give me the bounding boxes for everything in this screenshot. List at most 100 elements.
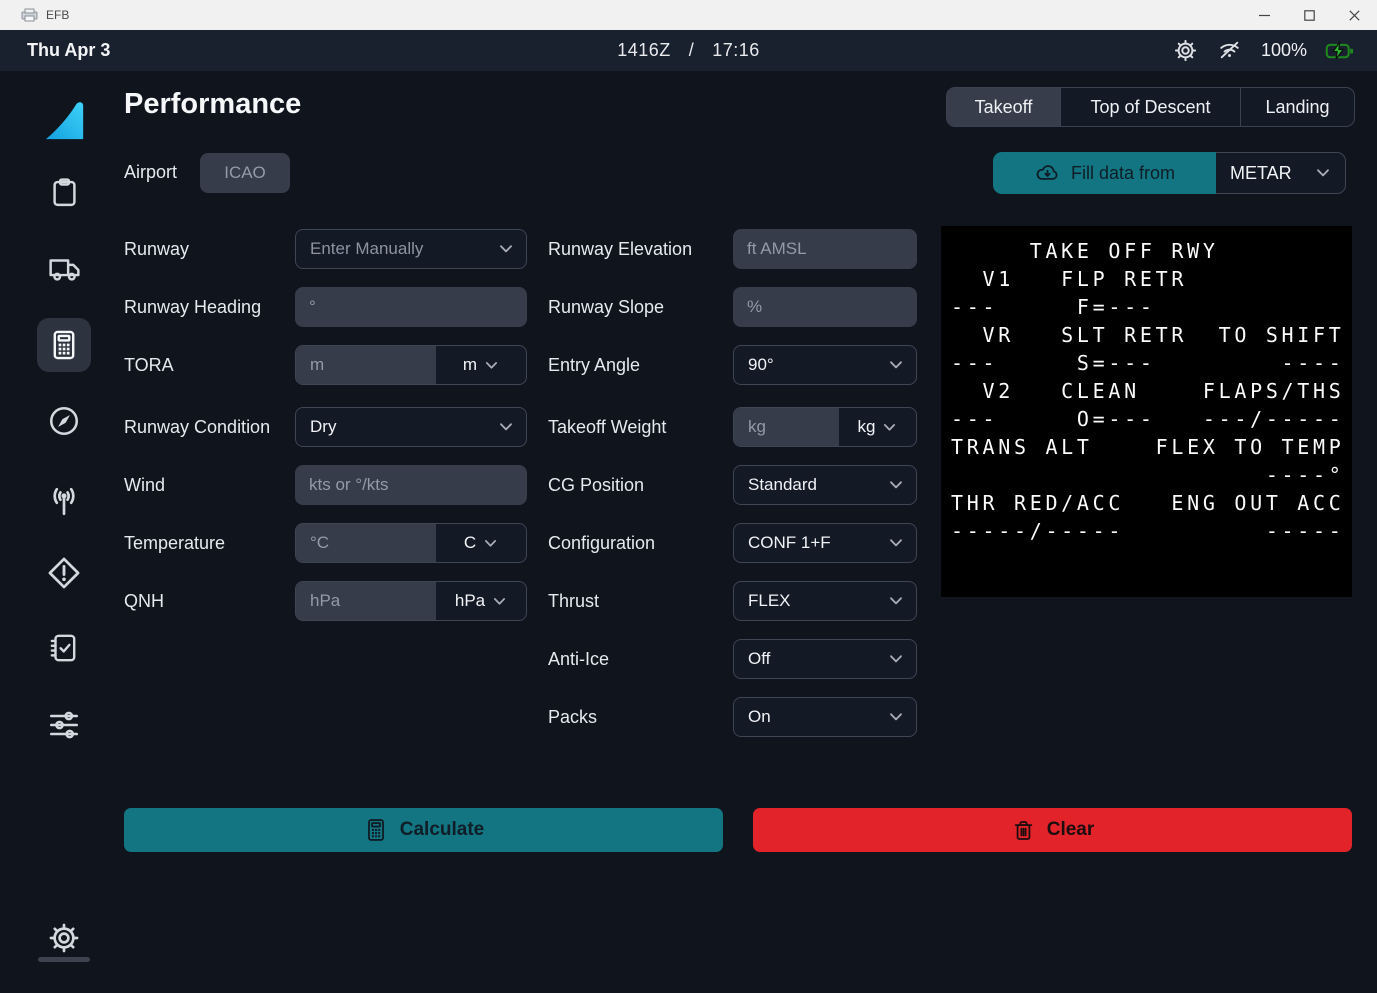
warning-icon	[46, 555, 82, 591]
close-button[interactable]	[1332, 0, 1377, 30]
chevron-down-icon	[498, 241, 514, 257]
field-row-runway-heading: Runway Heading	[124, 287, 527, 327]
page-title: Performance	[124, 88, 301, 121]
gear-icon[interactable]	[1173, 38, 1198, 63]
wind-input[interactable]	[295, 465, 527, 505]
field-row-runway: Runway Enter Manually	[124, 229, 527, 269]
field-row-takeoff-weight: Takeoff Weight kg	[548, 407, 917, 447]
airport-label: Airport	[124, 162, 177, 183]
chevron-down-icon	[498, 419, 514, 435]
runway-condition-select[interactable]: Dry	[295, 407, 527, 447]
airline-logo	[37, 93, 91, 147]
chevron-down-icon	[888, 535, 904, 551]
takeoff-weight-input[interactable]	[734, 408, 839, 446]
runway-slope-field	[733, 287, 917, 327]
compass-icon	[47, 404, 81, 438]
trash-icon	[1011, 818, 1036, 843]
field-row-tora: TORA m	[124, 345, 527, 385]
sidebar-item-checklist[interactable]	[37, 621, 91, 675]
calculator-icon	[47, 328, 81, 362]
mcdu-line: THR RED/ACC ENG OUT ACC	[951, 489, 1352, 517]
field-row-runway-slope: Runway Slope	[548, 287, 917, 327]
wifi-off-icon	[1216, 38, 1243, 63]
tab-takeoff[interactable]: Takeoff	[947, 88, 1061, 126]
mcdu-line: V2 CLEAN FLAPS/THS	[951, 377, 1352, 405]
chevron-down-icon	[1315, 165, 1331, 181]
sidebar-item-settings[interactable]	[37, 911, 91, 965]
maximize-button[interactable]	[1287, 0, 1332, 30]
chevron-down-icon	[484, 358, 499, 373]
field-row-qnh: QNH hPa	[124, 581, 527, 621]
gear-icon	[47, 921, 81, 955]
mcdu-line: --- F=---	[951, 293, 1352, 321]
fill-source-select[interactable]: METAR	[1216, 152, 1346, 194]
sidebar-item-preferences[interactable]	[37, 698, 91, 752]
efb-app-window: EFB Thu Apr 3 1416Z/17:16 100%	[0, 0, 1377, 993]
status-clock: 1416Z / 17:16	[0, 40, 1377, 61]
sidebar-item-radio[interactable]	[37, 474, 91, 528]
form-column-left: Runway Enter Manually Runway Heading TOR…	[124, 229, 527, 639]
status-bar: Thu Apr 3 1416Z/17:16 100%	[0, 30, 1377, 71]
clear-button[interactable]: Clear	[753, 808, 1352, 852]
thrust-select[interactable]: FLEX	[733, 581, 917, 621]
entry-angle-select[interactable]: 90°	[733, 345, 917, 385]
temperature-input[interactable]	[296, 524, 436, 562]
tora-input[interactable]	[296, 346, 436, 384]
mcdu-line: -----/----- -----	[951, 517, 1352, 545]
local-time: 17:16	[712, 40, 760, 60]
packs-select[interactable]: On	[733, 697, 917, 737]
window-titlebar: EFB	[0, 0, 1377, 30]
utc-time: 1416Z	[617, 40, 671, 60]
chevron-down-icon	[888, 357, 904, 373]
airline-logo-icon	[41, 97, 87, 143]
sidebar-item-ground-services[interactable]	[37, 241, 91, 295]
mcdu-line: --- O=--- ---/-----	[951, 405, 1352, 433]
field-row-temperature: Temperature C	[124, 523, 527, 563]
runway-slope-input[interactable]	[733, 287, 917, 327]
takeoff-weight-unit-select[interactable]: kg	[839, 408, 916, 446]
chevron-down-icon	[888, 651, 904, 667]
qnh-input[interactable]	[296, 582, 436, 620]
mcdu-line: TAKE OFF RWY	[951, 237, 1352, 265]
chevron-down-icon	[492, 594, 507, 609]
checklist-icon	[47, 631, 81, 665]
airport-icao-input[interactable]	[200, 153, 290, 193]
anti-ice-select[interactable]: Off	[733, 639, 917, 679]
temperature-field: C	[295, 523, 527, 563]
sidebar-item-performance[interactable]	[37, 318, 91, 372]
window-title: EFB	[46, 8, 69, 22]
field-row-entry-angle: Entry Angle 90°	[548, 345, 917, 385]
sidebar-item-navigation[interactable]	[37, 394, 91, 448]
runway-select[interactable]: Enter Manually	[295, 229, 527, 269]
mcdu-line: V1 FLP RETR	[951, 265, 1352, 293]
battery-charging-icon	[1325, 37, 1355, 64]
time-separator: /	[689, 40, 695, 60]
qnh-unit-select[interactable]: hPa	[436, 582, 526, 620]
field-row-runway-condition: Runway Condition Dry	[124, 407, 527, 447]
form-column-right: Runway Elevation Runway Slope Entry Angl…	[548, 229, 917, 755]
battery-percent: 100%	[1261, 40, 1307, 61]
configuration-select[interactable]: CONF 1+F	[733, 523, 917, 563]
takeoff-weight-field: kg	[733, 407, 917, 447]
runway-elevation-input[interactable]	[733, 229, 917, 269]
tab-landing[interactable]: Landing	[1241, 88, 1354, 126]
tab-top-of-descent[interactable]: Top of Descent	[1061, 88, 1241, 126]
clipboard-icon	[48, 176, 81, 209]
mcdu-line: --- S=--- ----	[951, 349, 1352, 377]
qnh-field: hPa	[295, 581, 527, 621]
sidebar-item-flight-plan[interactable]	[37, 165, 91, 219]
app-icon	[21, 8, 38, 22]
chevron-down-icon	[483, 536, 498, 551]
field-row-wind: Wind	[124, 465, 527, 505]
runway-heading-input[interactable]	[295, 287, 527, 327]
fill-data-button[interactable]: Fill data from	[993, 152, 1216, 194]
sidebar-item-alerts[interactable]	[37, 546, 91, 600]
temperature-unit-select[interactable]: C	[436, 524, 526, 562]
cg-position-select[interactable]: Standard	[733, 465, 917, 505]
calculate-button[interactable]: Calculate	[124, 808, 723, 852]
chevron-down-icon	[888, 593, 904, 609]
minimize-button[interactable]	[1242, 0, 1287, 30]
field-row-runway-elevation: Runway Elevation	[548, 229, 917, 269]
tora-unit-select[interactable]: m	[436, 346, 526, 384]
cloud-download-icon	[1034, 160, 1061, 187]
